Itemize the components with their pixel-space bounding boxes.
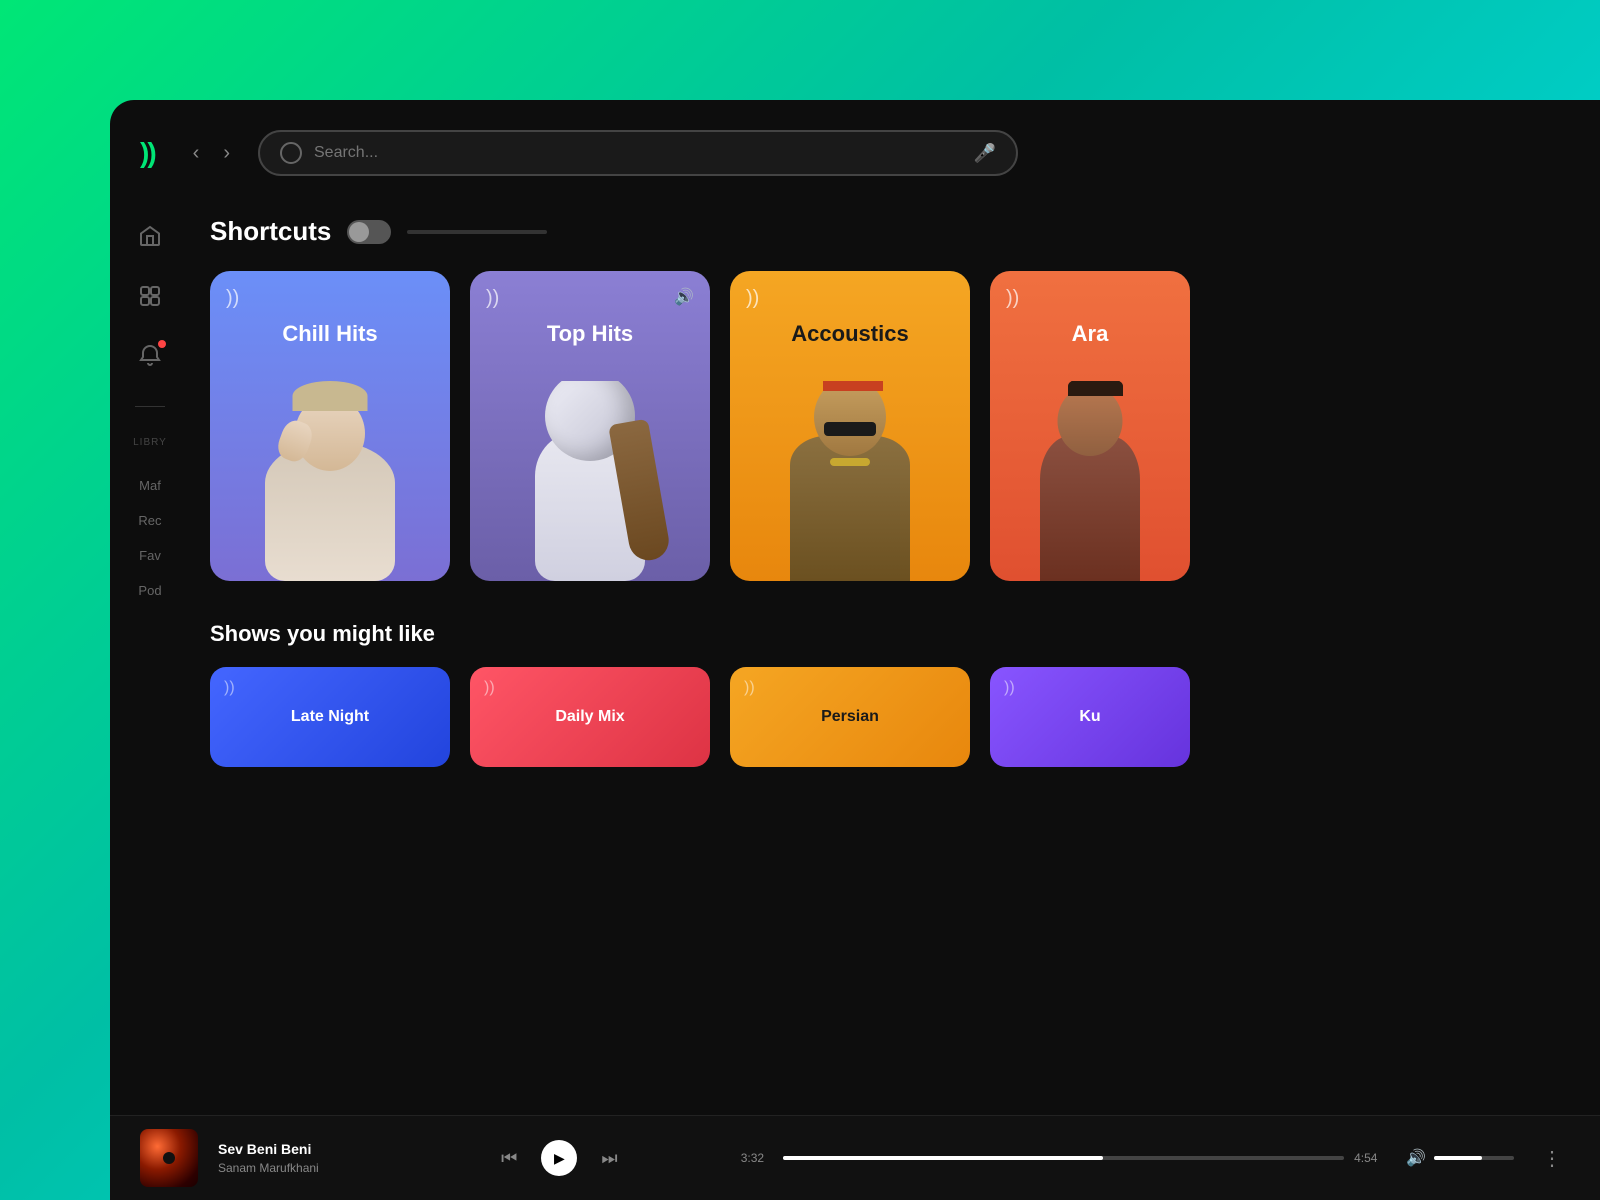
search-icon [280, 142, 302, 164]
sidebar-item-podcasts[interactable]: Pod [138, 583, 161, 598]
content-area: Shortcuts )) Chill Hits [190, 196, 1600, 1200]
sidebar-text-items: Maf Rec Fav Pod [138, 478, 161, 598]
search-bar: 🎤 [258, 130, 1018, 176]
progress-bar[interactable] [783, 1156, 1344, 1160]
card-late-night[interactable]: )) Late Night [210, 667, 450, 767]
card-top-hits-title: Top Hits [470, 321, 710, 347]
header: )) ‹ › 🎤 [110, 100, 1600, 196]
app-window: )) ‹ › 🎤 [110, 100, 1600, 1200]
card-arabic-image [990, 381, 1190, 581]
shortcuts-cards-row: )) Chill Hits [210, 271, 1560, 581]
sidebar-item-home[interactable] [130, 216, 170, 256]
card-persian[interactable]: )) Persian [730, 667, 970, 767]
volume-icon: 🔊 [1406, 1148, 1426, 1168]
shortcuts-toggle[interactable] [347, 220, 391, 244]
card-persian-title: Persian [821, 708, 879, 726]
card-persian-icon: )) [744, 679, 755, 697]
volume-bar[interactable] [1434, 1156, 1514, 1160]
search-input[interactable] [314, 144, 962, 162]
card-acoustics-title: Accoustics [730, 321, 970, 347]
player-controls: ⏮ ▶ ⏭ [398, 1140, 721, 1176]
volume-area: 🔊 [1406, 1148, 1514, 1168]
bottom-cards-row: )) Late Night )) Daily Mix )) Persian ))… [210, 667, 1560, 767]
nav-arrows: ‹ › [185, 138, 238, 169]
card-chill-hits-image [210, 381, 450, 581]
card-acoustics-icon: )) [746, 287, 759, 310]
card-chill-hits-icon: )) [226, 287, 239, 310]
card-ku-icon: )) [1004, 679, 1015, 697]
forward-button[interactable]: › [215, 138, 238, 169]
volume-fill [1434, 1156, 1482, 1160]
next-button[interactable]: ⏭ [597, 1144, 621, 1173]
shows-section: Shows you might like )) Late Night )) Da… [210, 621, 1560, 767]
card-chill-hits-title: Chill Hits [210, 321, 450, 347]
progress-fill [783, 1156, 1103, 1160]
prev-button[interactable]: ⏮ [497, 1144, 521, 1173]
sidebar-divider [135, 406, 165, 407]
play-pause-button[interactable]: ▶ [541, 1140, 577, 1176]
card-top-hits[interactable]: )) 🔊 Top Hits [470, 271, 710, 581]
sidebar: LIBRY Maf Rec Fav Pod [110, 196, 190, 1200]
card-acoustics[interactable]: )) Accoustics [730, 271, 970, 581]
sidebar-item-notifications[interactable] [130, 336, 170, 376]
library-label: LIBRY [133, 437, 167, 448]
card-top-hits-icon: )) [486, 287, 499, 310]
mic-icon[interactable]: 🎤 [974, 143, 996, 164]
card-arabic-title: Ara [990, 321, 1190, 347]
card-late-night-title: Late Night [291, 708, 369, 726]
track-artist: Sanam Marufkhani [218, 1161, 378, 1175]
shortcuts-title: Shortcuts [210, 216, 331, 247]
card-top-hits-volume-icon: 🔊 [674, 287, 694, 307]
card-daily-mix-title: Daily Mix [555, 708, 624, 726]
track-title: Sev Beni Beni [218, 1141, 378, 1157]
total-time: 4:54 [1354, 1151, 1386, 1165]
card-acoustics-image [730, 381, 970, 581]
notification-dot [158, 340, 166, 348]
toggle-line-decoration [407, 230, 547, 234]
sidebar-item-favorites[interactable]: Fav [138, 548, 161, 563]
card-top-hits-image [470, 381, 710, 581]
album-art [140, 1129, 198, 1187]
back-button[interactable]: ‹ [185, 138, 208, 169]
sidebar-item-browse[interactable] [130, 276, 170, 316]
shortcuts-section-header: Shortcuts [210, 216, 1560, 247]
card-arabic-icon: )) [1006, 287, 1019, 310]
main-layout: LIBRY Maf Rec Fav Pod Shortcuts [110, 196, 1600, 1200]
card-arabic[interactable]: )) Ara [990, 271, 1190, 581]
shows-title: Shows you might like [210, 621, 1560, 647]
current-time: 3:32 [741, 1151, 773, 1165]
card-late-night-icon: )) [224, 679, 235, 697]
card-daily-mix[interactable]: )) Daily Mix [470, 667, 710, 767]
card-ku-title: Ku [1079, 708, 1100, 726]
progress-area: 3:32 4:54 [741, 1151, 1386, 1165]
card-daily-mix-icon: )) [484, 679, 495, 697]
toggle-thumb [349, 222, 369, 242]
card-ku[interactable]: )) Ku [990, 667, 1190, 767]
more-options-button[interactable]: ⋮ [1534, 1142, 1570, 1175]
app-logo: )) [140, 137, 155, 169]
sidebar-item-recent[interactable]: Rec [138, 513, 161, 528]
card-chill-hits[interactable]: )) Chill Hits [210, 271, 450, 581]
sidebar-item-made-for-you[interactable]: Maf [138, 478, 161, 493]
now-playing-bar: Sev Beni Beni Sanam Marufkhani ⏮ ▶ ⏭ 3:3… [110, 1115, 1600, 1200]
album-art-center [163, 1152, 175, 1164]
track-info: Sev Beni Beni Sanam Marufkhani [218, 1141, 378, 1175]
